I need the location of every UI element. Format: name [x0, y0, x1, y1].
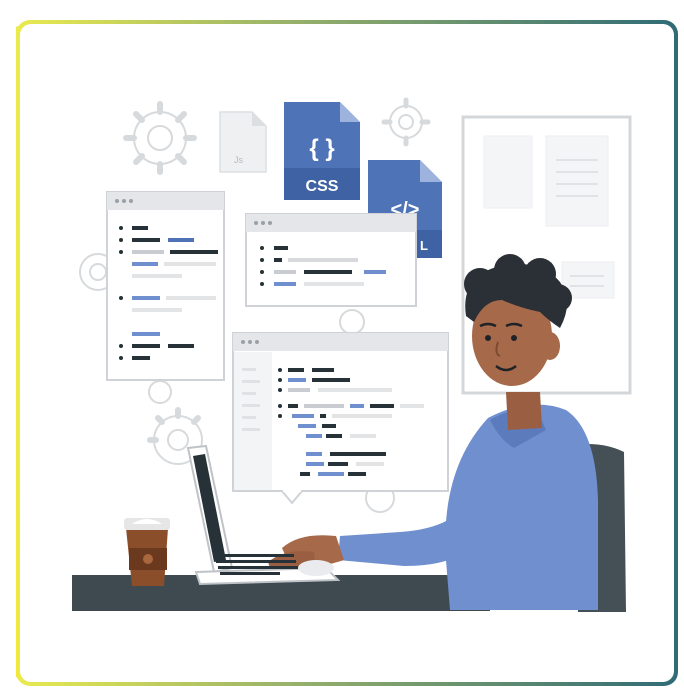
gear-icon	[123, 101, 197, 175]
css-file-label: CSS	[306, 178, 339, 195]
css-file-icon: { } CSS	[284, 102, 360, 200]
gear-icon	[381, 97, 431, 147]
css-file-braces: { }	[309, 135, 334, 162]
developer-illustration: Js { } CSS </> L	[72, 97, 632, 612]
code-window-front	[232, 332, 449, 505]
code-window-middle	[245, 213, 417, 307]
html-file-label: L	[420, 238, 428, 253]
code-window-left	[106, 191, 225, 381]
small-file-label: Js	[234, 155, 244, 165]
file-icon: Js	[219, 111, 267, 173]
